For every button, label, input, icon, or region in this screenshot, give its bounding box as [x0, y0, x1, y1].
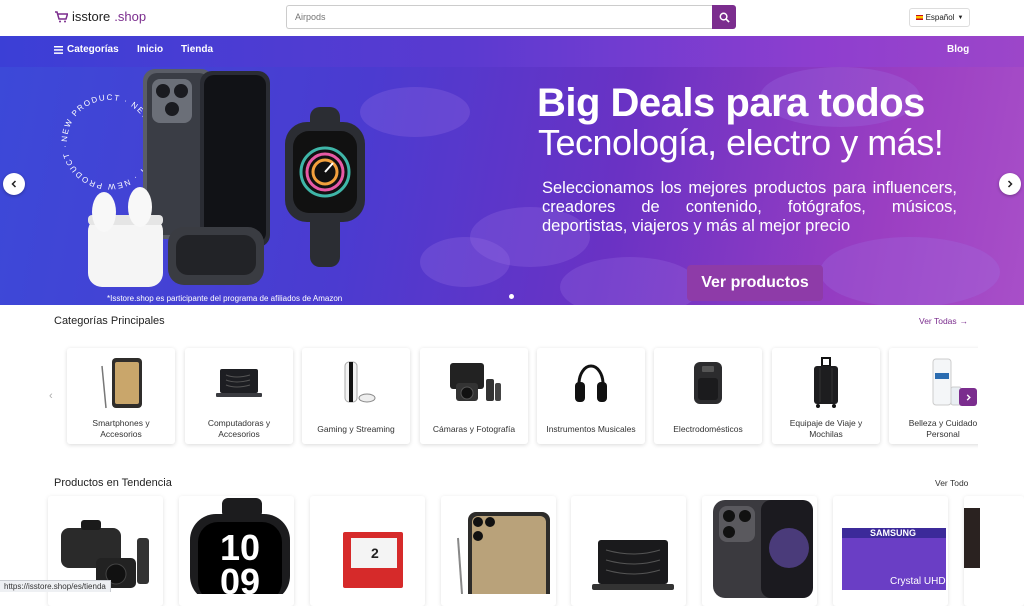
category-label: Equipaje de Viaje y Mochilas [789, 418, 863, 439]
chevron-right-icon [1007, 180, 1013, 188]
air-fryer-icon [654, 354, 762, 412]
product-card[interactable]: 2 [310, 496, 425, 606]
hero-products-image [88, 69, 365, 287]
svg-text:SAMSUNG: SAMSUNG [870, 528, 916, 538]
smartwatch-icon: 10 09 [179, 498, 294, 606]
language-label: Español [925, 13, 955, 22]
cart-icon [55, 10, 68, 22]
decor-disc [820, 237, 1000, 305]
nav-home[interactable]: Inicio [137, 44, 163, 55]
category-label: Gaming y Streaming [317, 423, 395, 434]
chevron-right-icon [966, 393, 971, 401]
product-card[interactable] [441, 496, 556, 606]
search-button[interactable] [712, 5, 736, 29]
hero-title: Big Deals para todos [537, 81, 925, 125]
categories-title: Categorías Principales [54, 315, 165, 327]
view-products-button[interactable]: Ver productos [687, 265, 823, 301]
categories-next-button[interactable] [959, 388, 977, 406]
chevron-left-icon [11, 180, 17, 188]
product-card[interactable]: 10 09 [179, 496, 294, 606]
search-input[interactable] [286, 5, 712, 29]
category-label: Electrodomésticos [673, 423, 743, 434]
search-bar [286, 5, 736, 29]
affiliate-disclaimer: *Isstore.shop es participante del progra… [107, 294, 343, 303]
categories-prev-button[interactable]: ‹ [49, 390, 53, 402]
svg-text:2: 2 [371, 545, 379, 561]
nav-blog[interactable]: Blog [947, 44, 969, 55]
brand-tld: .shop [114, 9, 147, 24]
category-card[interactable]: Equipaje de Viaje y Mochilas [772, 348, 880, 444]
product-image [964, 498, 1024, 606]
svg-text:Crystal UHD: Crystal UHD [890, 576, 946, 587]
arrow-right-icon: → [959, 316, 969, 326]
see-all-trending-link[interactable]: Ver Todo [935, 478, 968, 488]
decor-disc [560, 257, 700, 305]
product-card[interactable] [571, 496, 686, 606]
tv-icon: SAMSUNG Crystal UHD [833, 498, 948, 606]
smartphone-icon [67, 354, 175, 412]
smartphone-icon [441, 498, 556, 606]
hero-prev-button[interactable] [3, 173, 25, 195]
category-label: Instrumentos Musicales [546, 423, 636, 434]
status-bar-url: https://isstore.shop/es/tienda [0, 580, 111, 592]
see-all-categories-link[interactable]: Ver Todas → [919, 316, 968, 326]
hero-next-button[interactable] [999, 173, 1021, 195]
category-card[interactable]: Gaming y Streaming [302, 348, 410, 444]
category-label: Computadoras y Accesorios [207, 418, 271, 439]
carousel-dot[interactable] [509, 294, 514, 299]
laptop-icon [185, 354, 293, 412]
language-selector[interactable]: Español ▼ [909, 8, 970, 27]
nav-shop[interactable]: Tienda [181, 44, 213, 55]
product-card[interactable] [702, 496, 817, 606]
site-logo[interactable]: isstore .shop [54, 9, 146, 24]
main-nav: Categorías Inicio Tienda Blog [0, 36, 1024, 67]
search-icon [719, 12, 730, 23]
console-icon [302, 354, 410, 412]
hero-subtitle: Tecnología, electro y más! [538, 122, 944, 163]
menu-icon [54, 45, 63, 54]
category-label: Cámaras y Fotografía [432, 423, 516, 434]
see-all-label: Ver Todas [919, 316, 957, 326]
suitcase-icon [772, 354, 880, 412]
headphones-icon [537, 354, 645, 412]
category-card[interactable]: Electrodomésticos [654, 348, 762, 444]
category-card[interactable]: Cámaras y Fotografía [420, 348, 528, 444]
category-card[interactable]: Computadoras y Accesorios [185, 348, 293, 444]
nav-categories[interactable]: Categorías [54, 44, 119, 55]
chevron-down-icon: ▼ [957, 14, 964, 21]
laptop-icon [571, 498, 686, 606]
console-box-icon: 2 [310, 498, 425, 606]
category-label: Smartphones y Accesorios [92, 418, 150, 439]
top-bar: isstore.shop Español ▼ [0, 0, 1024, 36]
product-card[interactable]: SAMSUNG Crystal UHD [833, 496, 948, 606]
brand-name: isstore [72, 9, 111, 24]
carousel-fade [978, 340, 1024, 452]
decor-disc [420, 237, 510, 287]
category-card[interactable]: Instrumentos Musicales [537, 348, 645, 444]
iphone-icon [702, 498, 817, 606]
category-card[interactable]: Smartphones y Accesorios [67, 348, 175, 444]
product-card[interactable] [964, 496, 1024, 606]
hero-description: Seleccionamos los mejores productos para… [542, 179, 957, 235]
trending-title: Productos en Tendencia [54, 477, 172, 489]
nav-categories-label: Categorías [67, 44, 119, 55]
svg-text:09: 09 [219, 561, 259, 594]
hero-banner: NEW PRODUCT · NEW PRODUCT · NEW PRODUCT … [0, 67, 1024, 305]
camera-icon [420, 354, 528, 412]
spain-flag-icon [915, 15, 923, 20]
